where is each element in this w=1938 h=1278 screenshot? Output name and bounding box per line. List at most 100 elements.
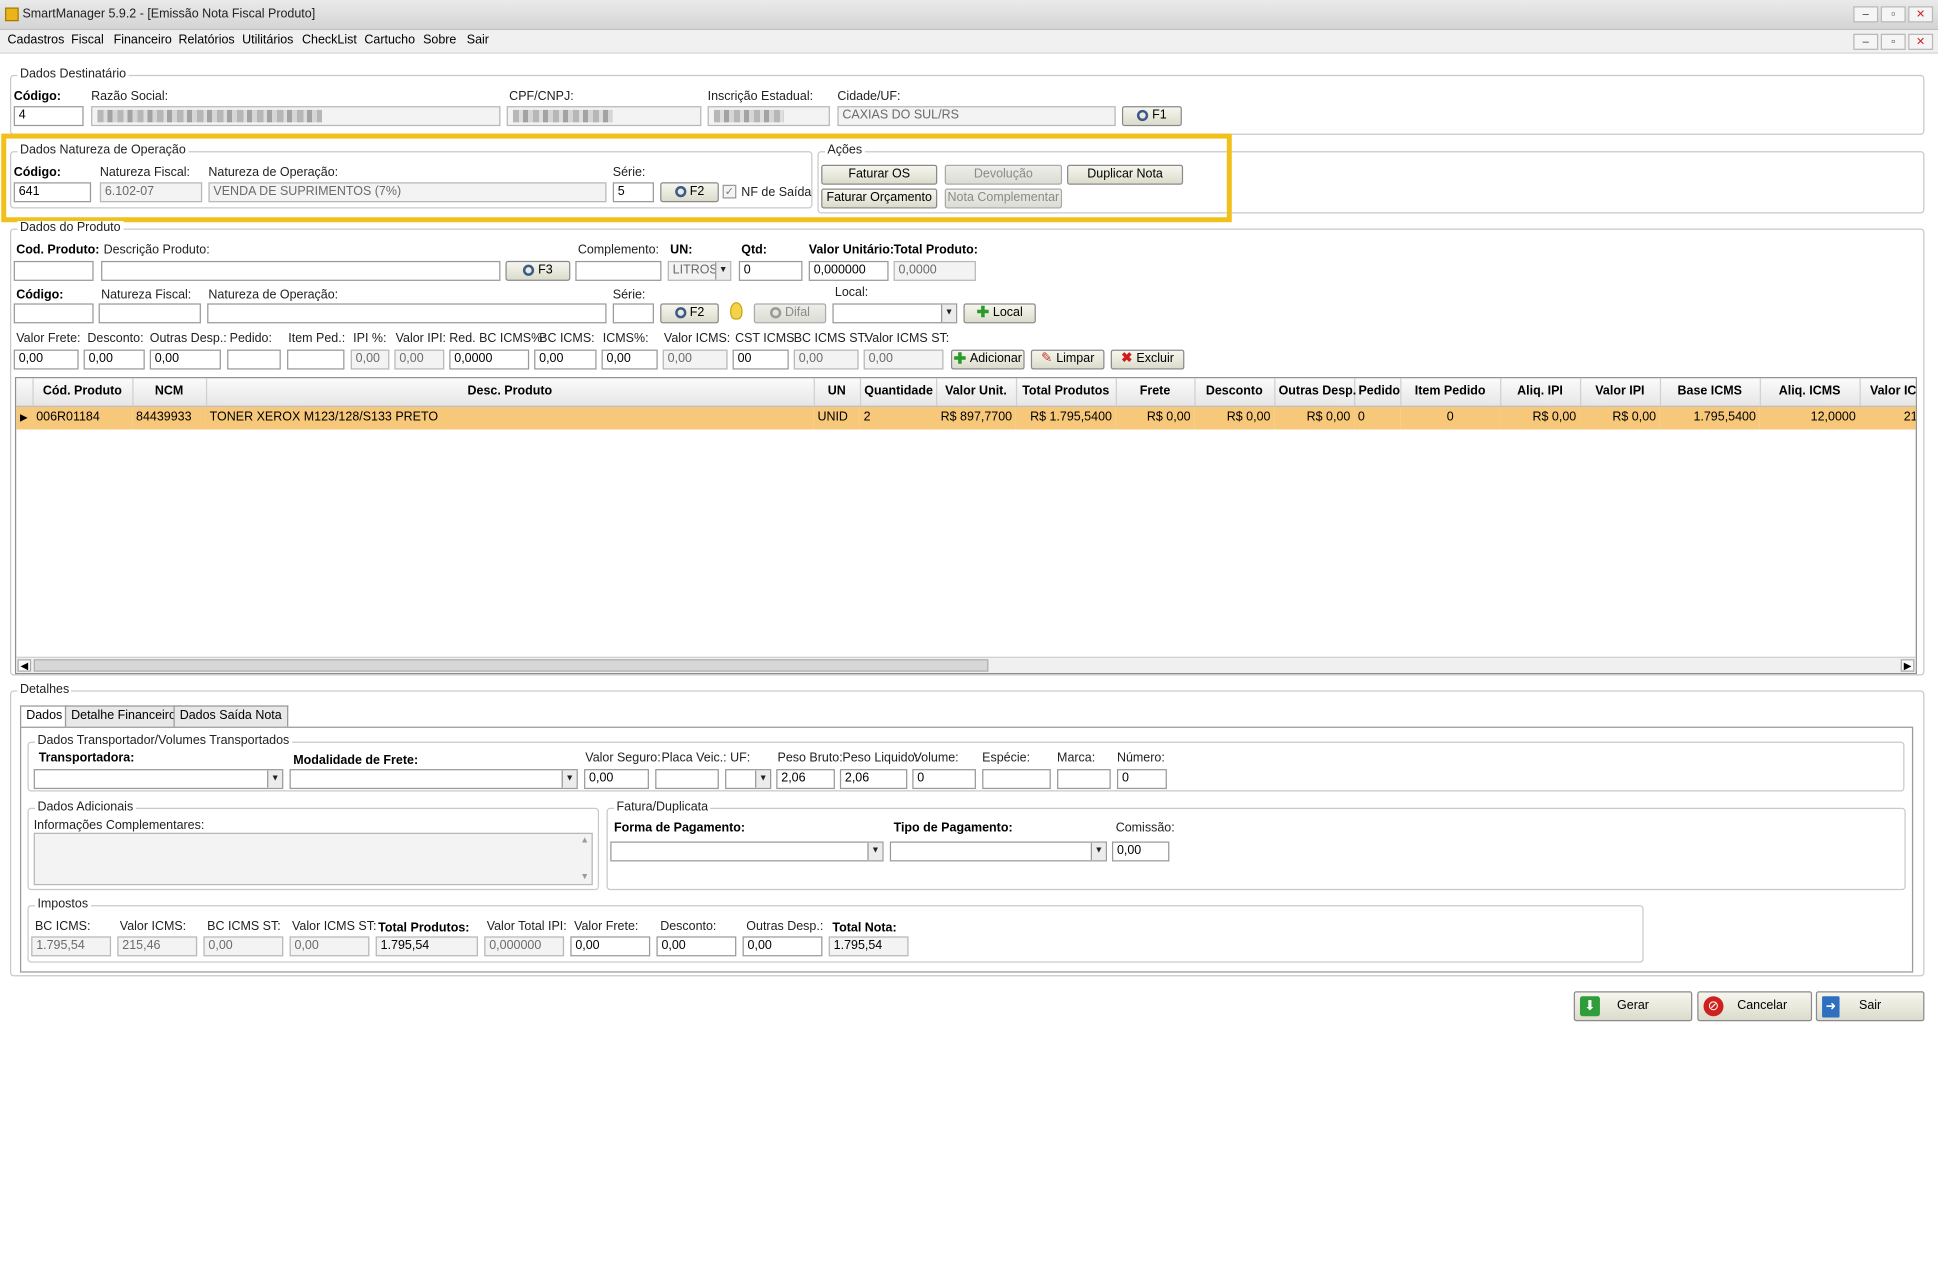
scroll-left-icon[interactable]: ◀: [17, 659, 32, 672]
cancelar-button[interactable]: ⊘ Cancelar: [1697, 991, 1813, 1022]
col-header[interactable]: Frete: [1115, 378, 1195, 407]
tab-dados[interactable]: Dados: [19, 705, 69, 728]
imp-desconto-input[interactable]: 0,00: [656, 936, 737, 957]
valor-ipi-input[interactable]: 0,00: [394, 349, 445, 370]
imp-valor-frete-input[interactable]: 0,00: [570, 936, 651, 957]
desconto-input[interactable]: 0,00: [83, 349, 145, 370]
col-header[interactable]: Aliq. IPI: [1500, 378, 1581, 407]
bc-icms-st-input[interactable]: 0,00: [793, 349, 859, 370]
adicionar-button[interactable]: ✚ Adicionar: [950, 349, 1025, 370]
col-header[interactable]: Item Pedido: [1400, 378, 1501, 407]
col-header[interactable]: Quantidade: [859, 378, 937, 407]
dest-razao-input[interactable]: [91, 106, 501, 127]
f3-button[interactable]: F3: [505, 260, 571, 281]
red-bc-input[interactable]: 0,0000: [449, 349, 530, 370]
peso-bruto-input[interactable]: 2,06: [776, 769, 835, 790]
child-restore-icon[interactable]: ▫: [1880, 33, 1906, 50]
scroll-right-icon[interactable]: ▶: [1900, 659, 1915, 672]
marca-input[interactable]: [1057, 769, 1111, 790]
ipi-pct-input[interactable]: 0,00: [350, 349, 390, 370]
valor-icms-st-input[interactable]: 0,00: [863, 349, 944, 370]
dest-ie-input[interactable]: [707, 106, 830, 127]
imp-total-produtos-input[interactable]: 1.795,54: [375, 936, 478, 957]
descricao-input[interactable]: [101, 260, 501, 281]
local-select[interactable]: ▼: [832, 303, 958, 324]
menu-sair[interactable]: Sair: [467, 34, 489, 48]
dest-codigo-input[interactable]: 4: [13, 106, 84, 127]
col-header[interactable]: NCM: [132, 378, 207, 407]
item-ped-input[interactable]: [287, 349, 345, 370]
dest-f1-button[interactable]: F1: [1121, 106, 1182, 127]
valor-unit-input[interactable]: 0,000000: [808, 260, 889, 281]
col-header[interactable]: Pedido: [1354, 378, 1401, 407]
valor-seguro-input[interactable]: 0,00: [584, 769, 649, 790]
close-icon[interactable]: ✕: [1908, 6, 1934, 23]
child-close-icon[interactable]: ✕: [1908, 33, 1934, 50]
dest-cidade-input[interactable]: CAXIAS DO SUL/RS: [837, 106, 1116, 127]
placa-input[interactable]: [655, 769, 719, 790]
child-minimize-icon[interactable]: –: [1853, 33, 1879, 50]
sair-button[interactable]: ➜ Sair: [1815, 991, 1925, 1022]
info-complementares-textarea[interactable]: ▲ ▼: [33, 832, 593, 886]
uf-select[interactable]: ▼: [725, 769, 772, 790]
col-header[interactable]: Desconto: [1194, 378, 1275, 407]
tab-dados-saida-nota[interactable]: Dados Saída Nota: [173, 705, 288, 727]
un-select[interactable]: LITROS ▼: [667, 260, 732, 281]
col-header[interactable]: Valor IPI: [1579, 378, 1661, 407]
scroll-down-icon[interactable]: ▼: [580, 873, 589, 882]
maximize-icon[interactable]: ▫: [1880, 6, 1906, 23]
imp-valor-icms-st-input[interactable]: 0,00: [289, 936, 370, 957]
limpar-button[interactable]: ✎ Limpar: [1030, 349, 1105, 370]
menu-financeiro[interactable]: Financeiro: [114, 34, 172, 48]
cst-icms-input[interactable]: 00: [732, 349, 789, 370]
especie-input[interactable]: [982, 769, 1051, 790]
imp-valor-icms-input[interactable]: 215,46: [117, 936, 198, 957]
gerar-button[interactable]: ⬇ Gerar: [1573, 991, 1693, 1022]
forma-pagamento-select[interactable]: ▼: [610, 841, 884, 862]
numero-input[interactable]: 0: [1116, 769, 1167, 790]
local-button[interactable]: ✚ Local: [963, 303, 1036, 324]
scroll-up-icon[interactable]: ▲: [580, 836, 589, 845]
col-header[interactable]: Base ICMS: [1659, 378, 1761, 407]
imp-bc-icms-st-input[interactable]: 0,00: [203, 936, 284, 957]
prod-serie-input[interactable]: [612, 303, 654, 324]
imp-outras-desp-input[interactable]: 0,00: [742, 936, 823, 957]
outras-desp-input[interactable]: 0,00: [149, 349, 221, 370]
prod-nat-fiscal-input[interactable]: [98, 303, 201, 324]
produtos-grid[interactable]: Cód. Produto NCM Desc. Produto UN Quanti…: [14, 377, 1917, 675]
col-header[interactable]: Total Produtos: [1015, 378, 1117, 407]
menu-cadastros[interactable]: Cadastros: [7, 34, 64, 48]
menu-utilitarios[interactable]: Utilitários: [242, 34, 293, 48]
cod-produto-input[interactable]: [13, 260, 94, 281]
menu-fiscal[interactable]: Fiscal: [71, 34, 104, 48]
difal-button[interactable]: Difal: [753, 303, 827, 324]
menu-relatorios[interactable]: Relatórios: [178, 34, 234, 48]
volume-input[interactable]: 0: [912, 769, 976, 790]
imp-bc-icms-input[interactable]: 1.795,54: [31, 936, 112, 957]
table-row[interactable]: ▶ 006R01184 84439933 TONER XEROX M123/12…: [16, 405, 1916, 430]
col-header[interactable]: Aliq. ICMS: [1759, 378, 1861, 407]
imp-valor-total-ipi-input[interactable]: 0,000000: [484, 936, 565, 957]
transportadora-select[interactable]: ▼: [33, 769, 284, 790]
peso-liquido-input[interactable]: 2,06: [839, 769, 908, 790]
scroll-thumb[interactable]: [33, 659, 989, 672]
col-header[interactable]: Valor Unit.: [936, 378, 1017, 407]
menu-checklist[interactable]: CheckList: [302, 34, 357, 48]
tipo-pagamento-select[interactable]: ▼: [889, 841, 1107, 862]
total-produto-input[interactable]: 0,0000: [893, 260, 976, 281]
horizontal-scrollbar[interactable]: ◀ ▶: [16, 656, 1916, 673]
valor-icms-input[interactable]: 0,00: [662, 349, 728, 370]
valor-frete-input[interactable]: 0,00: [13, 349, 79, 370]
comissao-input[interactable]: 0,00: [1111, 841, 1170, 862]
col-header[interactable]: UN: [813, 378, 861, 407]
complemento-input[interactable]: [575, 260, 662, 281]
modalidade-select[interactable]: ▼: [289, 769, 578, 790]
bc-icms-input[interactable]: 0,00: [534, 349, 597, 370]
prod-nat-op-input[interactable]: [207, 303, 607, 324]
pedido-input[interactable]: [227, 349, 281, 370]
menu-cartucho[interactable]: Cartucho: [364, 34, 415, 48]
icms-pct-input[interactable]: 0,00: [601, 349, 658, 370]
col-header[interactable]: Cód. Produto: [32, 378, 133, 407]
minimize-icon[interactable]: –: [1853, 6, 1879, 23]
prod-f2-button[interactable]: F2: [660, 303, 719, 324]
